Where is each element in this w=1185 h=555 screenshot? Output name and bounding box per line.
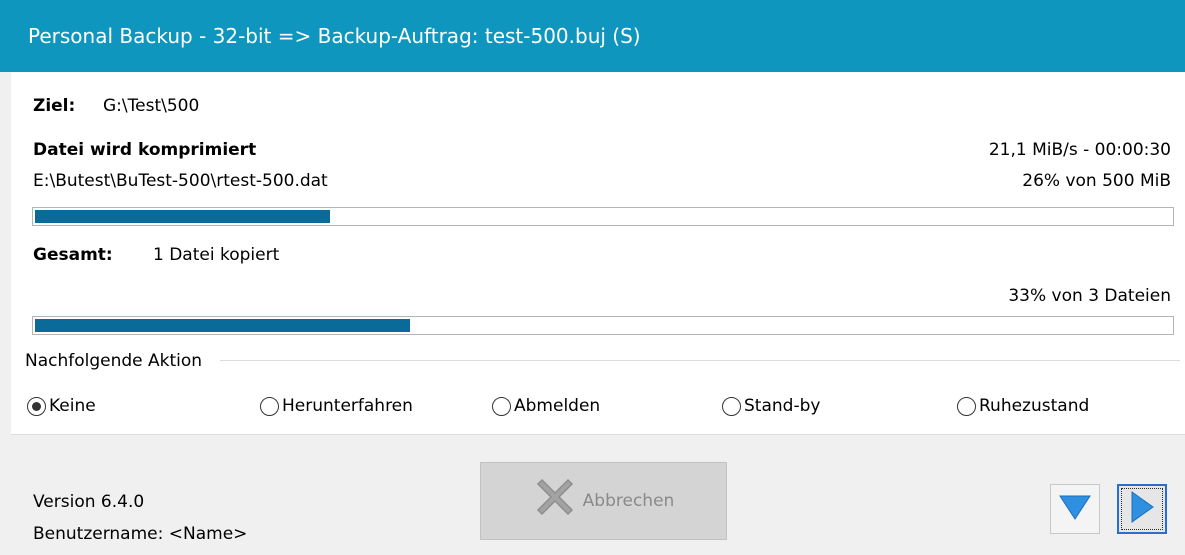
- play-icon: [1129, 490, 1155, 528]
- total-progress-fill: [35, 319, 410, 332]
- radio-label: Stand-by: [744, 396, 821, 416]
- radio-label: Abmelden: [514, 396, 601, 416]
- radio-button[interactable]: [260, 396, 279, 416]
- total-progress-text: 33% von 3 Dateien: [1008, 286, 1171, 306]
- radio-herunterfahren[interactable]: Herunterfahren: [260, 394, 413, 418]
- footer-separator: [11, 434, 1185, 435]
- total-value: 1 Datei kopiert: [153, 245, 280, 265]
- total-progress-bar: [32, 316, 1174, 335]
- radio-label: Ruhezustand: [979, 396, 1090, 416]
- radio-button[interactable]: [27, 396, 46, 416]
- radio-label: Herunterfahren: [282, 396, 413, 416]
- radio-button[interactable]: [957, 396, 976, 416]
- continue-button[interactable]: [1117, 484, 1167, 534]
- target-value: G:\Test\500: [103, 96, 200, 116]
- file-speed: 21,1 MiB/s - 00:00:30: [988, 140, 1171, 160]
- radio-label: Keine: [49, 396, 96, 416]
- cancel-button[interactable]: Abbrechen: [480, 462, 727, 540]
- action-group-label: Nachfolgende Aktion: [25, 351, 203, 371]
- collapse-button[interactable]: [1050, 484, 1100, 534]
- radio-standby[interactable]: Stand-by: [722, 394, 820, 418]
- radio-button[interactable]: [722, 396, 741, 416]
- cancel-label: Abbrechen: [582, 491, 675, 511]
- radio-selected-dot: [32, 401, 41, 411]
- file-path: E:\Butest\BuTest-500\rtest-500.dat: [33, 171, 328, 191]
- window-title: Personal Backup - 32-bit => Backup-Auftr…: [0, 0, 1185, 72]
- radio-ruhezustand[interactable]: Ruhezustand: [957, 394, 1089, 418]
- file-progress-bar: [32, 207, 1174, 226]
- radio-abmelden[interactable]: Abmelden: [492, 394, 600, 418]
- radio-button[interactable]: [492, 396, 511, 416]
- action-group-line: [220, 360, 1180, 361]
- username-text: Benutzername: <Name>: [33, 524, 248, 544]
- file-progress-fill: [35, 210, 330, 223]
- file-status: Datei wird komprimiert: [33, 140, 257, 160]
- file-progress-text: 26% von 500 MiB: [1022, 171, 1171, 191]
- target-label: Ziel:: [33, 96, 76, 116]
- backup-window: Personal Backup - 32-bit => Backup-Auftr…: [0, 0, 1185, 555]
- version-text: Version 6.4.0: [33, 492, 145, 512]
- x-icon: [533, 474, 577, 523]
- total-label: Gesamt:: [33, 245, 113, 265]
- triangle-down-icon: [1058, 493, 1092, 525]
- radio-keine[interactable]: Keine: [27, 394, 96, 418]
